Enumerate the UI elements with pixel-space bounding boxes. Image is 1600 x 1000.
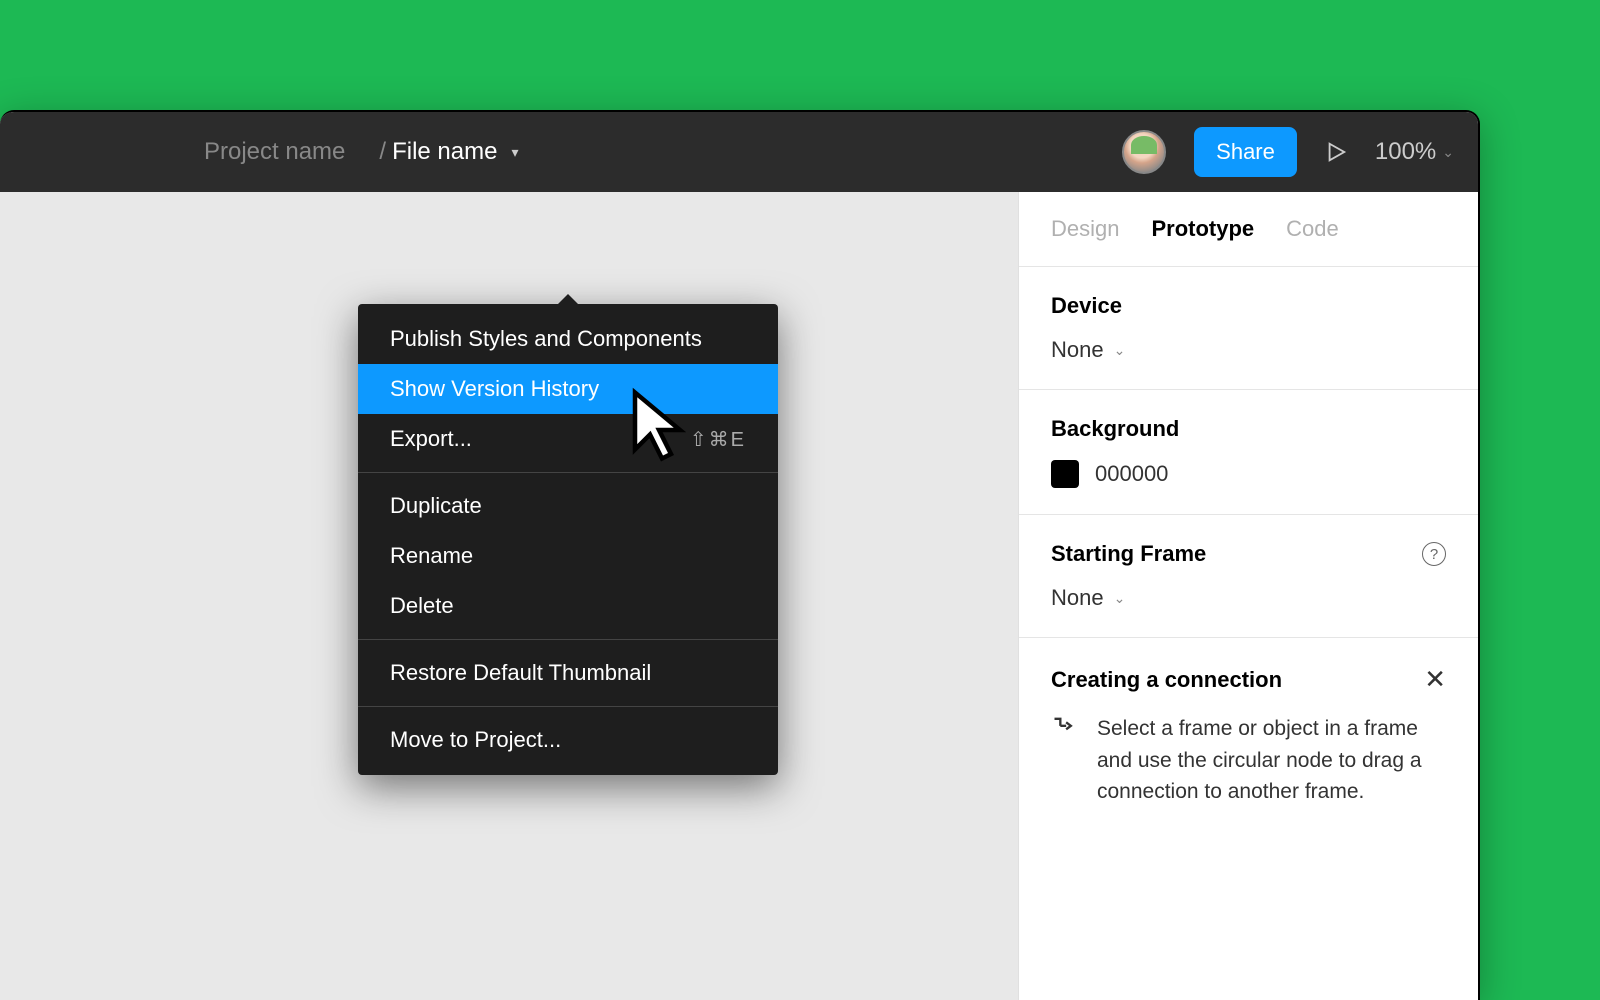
file-name-label: File name (392, 138, 497, 166)
device-label: Device (1051, 293, 1446, 319)
panel-tabs: Design Prototype Code (1019, 192, 1478, 267)
menu-publish[interactable]: Publish Styles and Components (358, 314, 778, 364)
close-icon[interactable]: ✕ (1424, 664, 1446, 695)
menu-label: Duplicate (390, 493, 482, 519)
share-button[interactable]: Share (1194, 127, 1297, 177)
tab-prototype[interactable]: Prototype (1151, 216, 1254, 242)
menu-label: Move to Project... (390, 727, 561, 753)
app-window: Project name / File name ▾ Share 100% ⌄ … (0, 110, 1480, 1000)
menu-divider (358, 472, 778, 473)
menu-label: Delete (390, 593, 454, 619)
background-label: Background (1051, 416, 1446, 442)
chevron-down-icon: ⌄ (1114, 342, 1126, 359)
tab-design[interactable]: Design (1051, 216, 1119, 242)
device-section: Device None ⌄ (1019, 267, 1478, 390)
menu-divider (358, 639, 778, 640)
device-dropdown[interactable]: None ⌄ (1051, 337, 1446, 363)
starting-frame-value: None (1051, 585, 1104, 611)
present-button[interactable] (1325, 141, 1347, 163)
play-icon (1325, 141, 1347, 163)
menu-restore-thumbnail[interactable]: Restore Default Thumbnail (358, 648, 778, 698)
menu-version-history[interactable]: Show Version History (358, 364, 778, 414)
topbar-right: Share 100% ⌄ (1122, 127, 1454, 177)
connection-section: Creating a connection ✕ Select a frame o… (1019, 638, 1478, 834)
avatar[interactable] (1122, 130, 1166, 174)
menu-shortcut: ⇧⌘E (690, 427, 746, 452)
tab-code[interactable]: Code (1286, 216, 1339, 242)
menu-export[interactable]: Export... ⇧⌘E (358, 414, 778, 464)
menu-rename[interactable]: Rename (358, 531, 778, 581)
starting-frame-label: Starting Frame (1051, 541, 1206, 567)
zoom-dropdown[interactable]: 100% ⌄ (1375, 138, 1454, 166)
chevron-down-icon: ⌄ (1442, 144, 1454, 161)
file-context-menu: Publish Styles and Components Show Versi… (358, 304, 778, 775)
menu-label: Export... (390, 426, 472, 452)
breadcrumb-project[interactable]: Project name (24, 138, 373, 166)
device-value: None (1051, 337, 1104, 363)
menu-label: Publish Styles and Components (390, 326, 702, 352)
menu-label: Show Version History (390, 376, 599, 402)
connection-icon (1051, 713, 1079, 746)
background-row[interactable]: 000000 (1051, 460, 1446, 488)
menu-divider (358, 706, 778, 707)
zoom-label: 100% (1375, 138, 1436, 166)
chevron-down-icon: ▾ (511, 144, 518, 161)
connection-label: Creating a connection (1051, 667, 1282, 693)
background-section: Background 000000 (1019, 390, 1478, 515)
chevron-down-icon: ⌄ (1114, 590, 1126, 607)
menu-label: Restore Default Thumbnail (390, 660, 651, 686)
inspector-panel: Design Prototype Code Device None ⌄ Back… (1018, 192, 1478, 1000)
menu-delete[interactable]: Delete (358, 581, 778, 631)
breadcrumb-separator: / (373, 138, 392, 166)
menu-move-project[interactable]: Move to Project... (358, 715, 778, 765)
background-value: 000000 (1095, 461, 1168, 487)
breadcrumb-file[interactable]: File name ▾ (392, 138, 518, 166)
menu-label: Rename (390, 543, 473, 569)
starting-frame-section: Starting Frame ? None ⌄ (1019, 515, 1478, 638)
topbar: Project name / File name ▾ Share 100% ⌄ (0, 112, 1478, 192)
connection-text: Select a frame or object in a frame and … (1097, 713, 1446, 808)
color-swatch[interactable] (1051, 460, 1079, 488)
starting-frame-dropdown[interactable]: None ⌄ (1051, 585, 1446, 611)
menu-duplicate[interactable]: Duplicate (358, 481, 778, 531)
help-icon[interactable]: ? (1422, 542, 1446, 566)
